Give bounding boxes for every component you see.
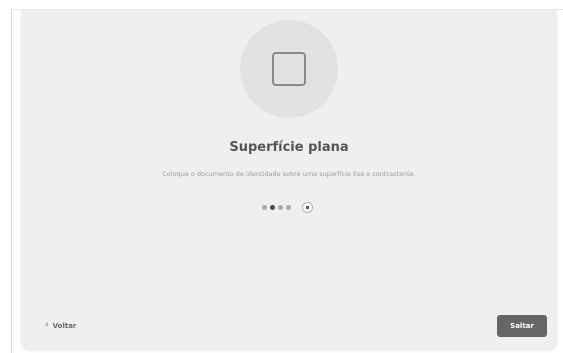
flat-surface-icon	[272, 52, 306, 86]
pager-dot-1[interactable]	[262, 204, 267, 210]
pager-dot-3[interactable]	[278, 204, 283, 210]
app-frame: Superfície plana Coloque o documento de …	[0, 0, 563, 353]
step-title: Superfície plana	[229, 140, 349, 155]
back-button[interactable]: ‹ Voltar	[45, 321, 76, 330]
pause-button[interactable]	[302, 201, 313, 213]
onboarding-card: Superfície plana Coloque o documento de …	[21, 10, 557, 350]
back-label: Voltar	[52, 321, 77, 330]
chevron-left-icon: ‹	[45, 320, 49, 330]
pager-dot-4[interactable]	[286, 204, 291, 210]
skip-button[interactable]: Saltar	[497, 315, 547, 337]
step-illustration	[240, 20, 338, 118]
left-divider	[11, 9, 12, 353]
pager-dot-2[interactable]	[270, 204, 275, 210]
step-description: Coloque o documento de identidade sobre …	[162, 170, 416, 178]
pause-icon	[306, 205, 309, 209]
step-pager	[262, 201, 313, 213]
